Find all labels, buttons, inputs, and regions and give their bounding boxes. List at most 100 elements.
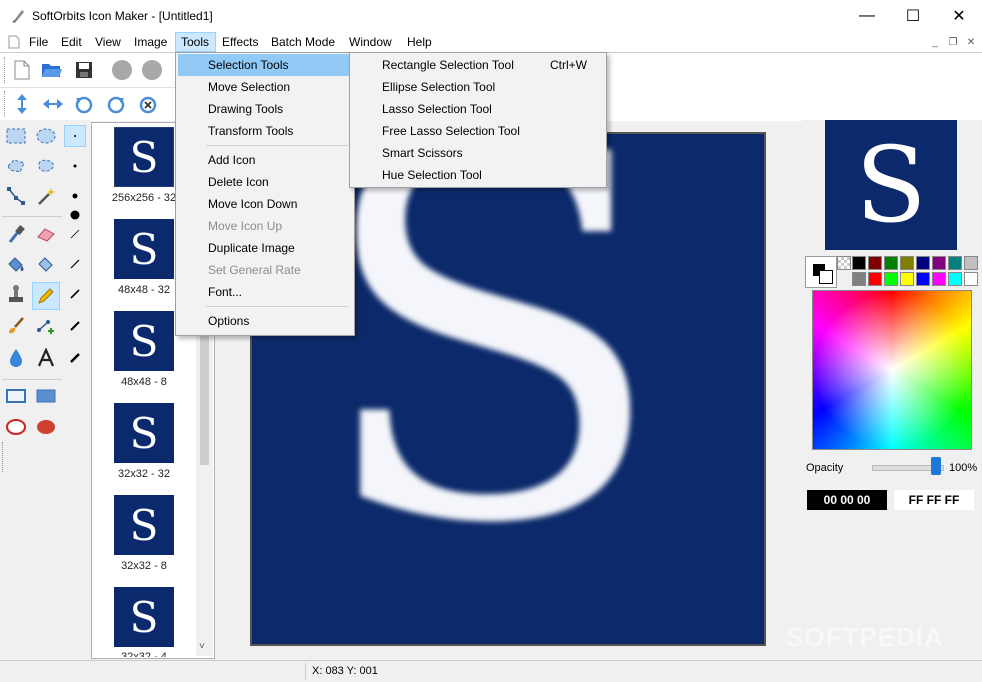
menu-duplicate-image[interactable]: Duplicate Image <box>178 237 380 259</box>
flip-horizontal-button[interactable] <box>41 92 65 116</box>
menu-image[interactable]: Image <box>129 32 172 52</box>
rectangle-filled-tool[interactable] <box>35 385 57 407</box>
rectangle-outline-tool[interactable] <box>5 385 27 407</box>
shortcut-label: Ctrl+W <box>550 58 587 72</box>
mdi-minimize-button[interactable]: _ <box>928 35 942 49</box>
opacity-slider-thumb[interactable] <box>931 457 941 475</box>
menu-set-general-rate[interactable]: Set General Rate <box>178 259 380 281</box>
flip-vertical-button[interactable] <box>10 92 34 116</box>
record-button-1[interactable] <box>110 58 134 82</box>
menu-effects[interactable]: Effects <box>217 32 263 52</box>
color-picker-tool[interactable] <box>5 223 27 245</box>
thumbnail-48x48-8[interactable]: S <box>114 311 174 371</box>
save-button[interactable] <box>72 58 96 82</box>
palette-swatch[interactable] <box>964 272 978 286</box>
toolbar-grip[interactable] <box>4 57 7 83</box>
text-tool[interactable] <box>35 347 57 369</box>
palette-swatch[interactable] <box>852 256 866 270</box>
menu-batch-mode[interactable]: Batch Mode <box>266 32 340 52</box>
blur-tool[interactable] <box>5 347 27 369</box>
palette-swatch[interactable] <box>884 272 898 286</box>
thumbnail-256x256-32[interactable]: S <box>114 127 174 187</box>
ellipse-select-tool[interactable] <box>35 125 57 147</box>
line-width-5[interactable] <box>64 347 86 369</box>
new-file-button[interactable] <box>10 58 34 82</box>
menu-view[interactable]: View <box>90 32 126 52</box>
brush-size-1[interactable] <box>64 125 86 147</box>
menu-font[interactable]: Font... <box>178 281 380 303</box>
gradient-fill-tool[interactable] <box>35 253 57 275</box>
menu-hue-selection-tool[interactable]: Hue Selection Tool <box>352 164 604 186</box>
palette-swatch[interactable] <box>948 256 962 270</box>
maximize-button[interactable]: ☐ <box>890 0 936 32</box>
menu-rectangle-selection-tool[interactable]: Rectangle Selection Tool Ctrl+W <box>352 54 604 76</box>
free-lasso-tool[interactable] <box>35 155 57 177</box>
menu-move-icon-up[interactable]: Move Icon Up <box>178 215 380 237</box>
menu-separator <box>206 306 348 307</box>
minimize-button[interactable]: — <box>844 0 890 32</box>
rotate-left-button[interactable] <box>72 92 96 116</box>
palette-swatch[interactable] <box>932 256 946 270</box>
menu-options[interactable]: Options <box>178 310 380 332</box>
palette-swatch[interactable] <box>964 256 978 270</box>
palette-swatch[interactable] <box>916 272 930 286</box>
eraser-tool[interactable] <box>35 223 57 245</box>
foreground-hex-value[interactable]: 00 00 00 <box>807 490 887 510</box>
add-node-tool[interactable] <box>35 315 57 337</box>
brush-tool[interactable] <box>5 315 27 337</box>
clone-stamp-tool[interactable] <box>5 283 27 305</box>
menu-help[interactable]: Help <box>402 32 437 52</box>
mdi-close-button[interactable]: ✕ <box>964 35 978 49</box>
palette-swatch[interactable] <box>932 272 946 286</box>
rect-select-tool[interactable] <box>5 125 27 147</box>
palette-swatch[interactable] <box>900 272 914 286</box>
menu-move-icon-down[interactable]: Move Icon Down <box>178 193 380 215</box>
magic-wand-tool[interactable] <box>35 185 57 207</box>
palette-swatch[interactable] <box>852 272 866 286</box>
ellipse-filled-tool[interactable] <box>35 416 57 438</box>
palette-swatch[interactable] <box>900 256 914 270</box>
palette-swatch[interactable] <box>884 256 898 270</box>
thumbnail-48x48-32[interactable]: S <box>114 219 174 279</box>
fg-bg-color-selector[interactable] <box>805 256 837 288</box>
menu-window[interactable]: Window <box>344 32 397 52</box>
menu-lasso-selection-tool[interactable]: Lasso Selection Tool <box>352 98 604 120</box>
record-button-2[interactable] <box>140 58 164 82</box>
background-hex-value[interactable]: FF FF FF <box>894 490 974 510</box>
toolbar-grip[interactable] <box>4 91 7 117</box>
palette-swatch[interactable] <box>868 272 882 286</box>
scroll-down-icon[interactable]: ˅ <box>199 641 205 652</box>
open-file-button[interactable] <box>40 58 64 82</box>
rotate-custom-button[interactable] <box>136 92 160 116</box>
menu-tools[interactable]: Tools <box>175 32 216 52</box>
line-width-3[interactable] <box>64 283 86 305</box>
thumbnail-32x32-32[interactable]: S <box>114 403 174 463</box>
transparent-swatch[interactable] <box>837 256 851 270</box>
menu-smart-scissors[interactable]: Smart Scissors <box>352 142 604 164</box>
line-width-1[interactable] <box>64 223 86 245</box>
palette-swatch[interactable] <box>868 256 882 270</box>
menu-free-lasso-selection-tool[interactable]: Free Lasso Selection Tool <box>352 120 604 142</box>
menu-separator <box>206 145 348 146</box>
thumbnail-32x32-4[interactable]: S <box>114 587 174 647</box>
rotate-right-button[interactable] <box>104 92 128 116</box>
line-width-4[interactable] <box>64 315 86 337</box>
fill-tool[interactable] <box>5 253 27 275</box>
palette-swatch[interactable] <box>916 256 930 270</box>
menu-ellipse-selection-tool[interactable]: Ellipse Selection Tool <box>352 76 604 98</box>
smart-scissors-tool[interactable] <box>5 185 27 207</box>
close-button[interactable]: ✕ <box>936 0 982 32</box>
tools-grip[interactable] <box>2 442 5 472</box>
line-width-2[interactable] <box>64 253 86 275</box>
palette-swatch[interactable] <box>948 272 962 286</box>
pencil-tool[interactable] <box>32 282 60 310</box>
thumbnail-32x32-8[interactable]: S <box>114 495 174 555</box>
mdi-restore-button[interactable]: ❐ <box>946 35 960 49</box>
background-color[interactable] <box>819 270 833 284</box>
lasso-select-tool[interactable] <box>5 155 27 177</box>
color-wheel[interactable] <box>812 290 972 450</box>
menu-edit[interactable]: Edit <box>56 32 87 52</box>
brush-size-2[interactable] <box>64 155 86 177</box>
ellipse-outline-tool[interactable] <box>5 416 27 438</box>
menu-file[interactable]: File <box>24 32 53 52</box>
